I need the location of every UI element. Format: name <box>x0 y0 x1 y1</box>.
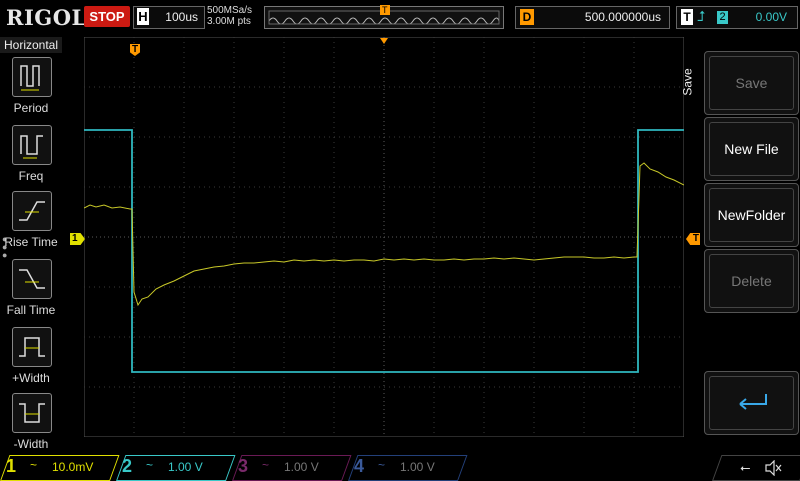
measure-frequency[interactable]: Freq <box>0 125 62 189</box>
timebase-box[interactable]: H 100us <box>133 6 205 29</box>
horizontal-center-marker <box>380 38 388 44</box>
delete-button[interactable]: Delete <box>704 249 799 313</box>
channel-4-coupling-icon: ~ <box>378 458 386 472</box>
status-area <box>712 455 800 481</box>
mute-icon <box>765 460 782 476</box>
new-file-button-label: New File <box>709 122 794 176</box>
return-arrow-icon <box>738 394 767 410</box>
measure-positive-width[interactable]: +Width <box>0 327 62 391</box>
positive-width-icon <box>12 327 52 367</box>
measure-period-label: Period <box>13 101 49 115</box>
channel-4-scale: 1.00 V <box>400 460 435 474</box>
new-folder-button[interactable]: NewFolder <box>704 183 799 247</box>
new-file-button[interactable]: New File <box>704 117 799 181</box>
measure-rise-time-label: Rise Time <box>4 235 58 249</box>
channel-1-scale: 10.0mV <box>52 460 94 474</box>
measure-negative-width-label: -Width <box>13 437 49 451</box>
timebase-label: H <box>137 8 149 25</box>
save-menu: Save Save New File NewFolder Delete <box>681 37 800 455</box>
channel-3-number: 3 <box>238 456 249 476</box>
menu-tab: Save <box>681 37 704 137</box>
save-button[interactable]: Save <box>704 51 799 115</box>
save-button-label: Save <box>709 56 794 110</box>
fall-time-icon <box>12 259 52 299</box>
negative-width-icon <box>12 393 52 433</box>
channel-4-status[interactable]: 4 ~ 1.00 V <box>348 455 468 481</box>
delay-label: D <box>520 9 534 25</box>
channel-1-status[interactable]: 1 ~ 10.0mV <box>0 455 120 481</box>
channel-status-bar: 1 ~ 10.0mV 2 ~ 1.00 V 3 ~ 1.00 V 4 ~ 1.0… <box>0 455 800 481</box>
menu-title: Horizontal <box>0 37 62 53</box>
channel-1-number: 1 <box>6 456 17 476</box>
rising-edge-icon: ⮥ <box>697 8 706 24</box>
ch1-ground-marker[interactable]: 1 <box>70 233 85 245</box>
channel-2-coupling-icon: ~ <box>146 458 154 472</box>
new-folder-button-label: NewFolder <box>709 188 794 242</box>
channel-3-scale: 1.00 V <box>284 460 319 474</box>
overview-trigger-marker: T <box>380 5 390 15</box>
trigger-source: 2 <box>717 11 728 24</box>
horizontal-measure-menu: Horizontal Period Freq ● ● ● Rise Time Fal… <box>0 37 62 455</box>
trigger-box[interactable]: T ⮥ 2 0.00V <box>676 6 798 29</box>
brand-logo: RIGOL <box>6 5 87 30</box>
channel-1-coupling-icon: ~ <box>30 458 38 472</box>
acquisition-info: 500MSa/s 3.00M pts <box>207 5 252 27</box>
channel-3-status[interactable]: 3 ~ 1.00 V <box>232 455 352 481</box>
measure-fall-time-label: Fall Time <box>6 303 56 317</box>
top-status-bar: RIGOL STOP H 100us 500MSa/s 3.00M pts T … <box>0 0 800 36</box>
measure-period[interactable]: Period <box>0 57 62 121</box>
timebase-value: 100us <box>165 10 198 24</box>
run-stop-status[interactable]: STOP <box>84 6 130 27</box>
memory-overview-bar[interactable]: T <box>264 5 504 29</box>
usb-icon: ⭠ <box>740 460 751 475</box>
return-button[interactable] <box>704 371 799 435</box>
measure-positive-width-label: +Width <box>12 371 50 385</box>
measure-rise-time[interactable]: Rise Time <box>0 191 62 255</box>
measure-negative-width[interactable]: -Width <box>0 393 62 457</box>
rise-time-icon <box>12 191 52 231</box>
channel-2-status[interactable]: 2 ~ 1.00 V <box>116 455 236 481</box>
delay-box[interactable]: D 500.000000us <box>515 6 670 29</box>
channel-2-number: 2 <box>122 456 133 476</box>
trigger-level: 0.00V <box>755 10 787 24</box>
memory-depth: 3.00M pts <box>207 16 251 27</box>
menu-tab-label: Save <box>680 68 695 96</box>
waveform-display <box>84 37 684 437</box>
channel-4-number: 4 <box>354 456 365 476</box>
trigger-label: T <box>681 9 693 25</box>
delay-value: 500.000000us <box>584 10 661 24</box>
frequency-icon <box>12 125 52 165</box>
delete-button-label: Delete <box>709 254 794 308</box>
period-icon <box>12 57 52 97</box>
measure-frequency-label: Freq <box>18 169 44 183</box>
sample-rate: 500MSa/s <box>207 5 253 16</box>
channel-2-scale: 1.00 V <box>168 460 203 474</box>
measure-fall-time[interactable]: Fall Time <box>0 259 62 323</box>
channel-3-coupling-icon: ~ <box>262 458 270 472</box>
